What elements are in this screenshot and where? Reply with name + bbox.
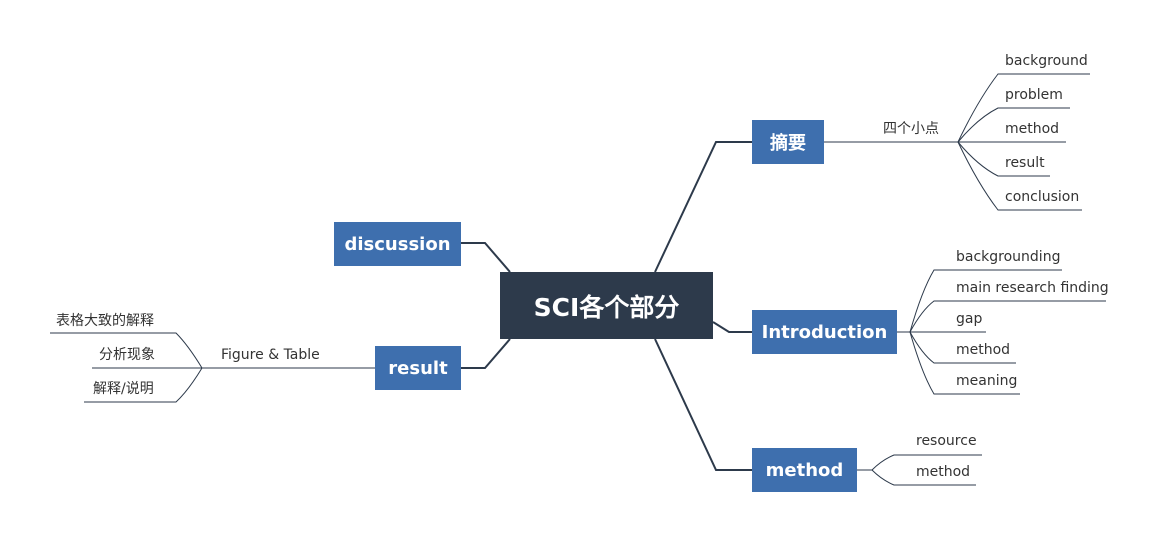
intro-leaf-meaning[interactable]: meaning: [956, 373, 1017, 389]
topic-abstract[interactable]: 摘要: [752, 120, 824, 164]
topic-result[interactable]: result: [375, 346, 461, 390]
mind-map-canvas: SCI各个部分 摘要 Introduction method discussio…: [0, 0, 1156, 542]
topic-method[interactable]: method: [752, 448, 857, 492]
connector-intro-leaf-2: [909, 300, 1106, 333]
connector-lines: [50, 73, 1106, 486]
connector-central-result: [461, 338, 511, 369]
abstract-leaf-background[interactable]: background: [1005, 53, 1088, 69]
intro-leaf-backgrounding[interactable]: backgrounding: [956, 249, 1060, 265]
result-leaf-analyze-phenomenon[interactable]: 分析现象: [99, 347, 155, 363]
method-leaf-method[interactable]: method: [916, 464, 970, 480]
topic-discussion[interactable]: discussion: [334, 222, 461, 266]
result-leaf-table-explanation[interactable]: 表格大致的解释: [56, 313, 154, 329]
topic-introduction[interactable]: Introduction: [752, 310, 897, 354]
method-leaf-resource[interactable]: resource: [916, 433, 977, 449]
abstract-leaf-method[interactable]: method: [1005, 121, 1059, 137]
connector-central-abstract: [654, 141, 752, 273]
result-leaf-interpret-explain[interactable]: 解释/说明: [93, 381, 154, 397]
intro-leaf-method[interactable]: method: [956, 342, 1010, 358]
abstract-leaf-problem[interactable]: problem: [1005, 87, 1063, 103]
intro-leaf-main-research-finding[interactable]: main research finding: [956, 280, 1109, 296]
connector-central-discussion: [461, 242, 511, 273]
abstract-subtopic[interactable]: 四个小点: [883, 121, 939, 137]
abstract-leaf-conclusion[interactable]: conclusion: [1005, 189, 1079, 205]
connector-central-method: [654, 338, 752, 471]
intro-leaf-gap[interactable]: gap: [956, 311, 982, 327]
abstract-leaf-result[interactable]: result: [1005, 155, 1045, 171]
result-subtopic[interactable]: Figure & Table: [221, 347, 320, 363]
central-topic[interactable]: SCI各个部分: [500, 272, 713, 339]
connector-central-introduction: [712, 321, 752, 333]
